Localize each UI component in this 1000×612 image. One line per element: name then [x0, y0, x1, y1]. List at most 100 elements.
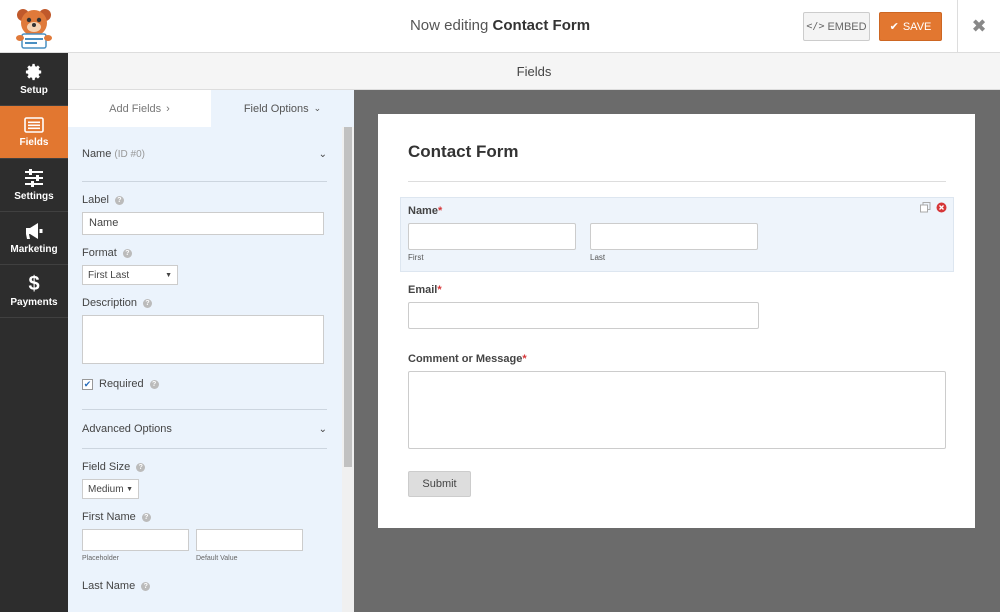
- required-option: ✔ Required ?: [82, 378, 327, 390]
- format-select[interactable]: First Last ▼: [82, 265, 178, 285]
- field-size-value: Medium: [88, 483, 124, 495]
- nav-item-setup[interactable]: Setup: [0, 53, 68, 106]
- tab-add-fields-label: Add Fields: [109, 102, 162, 115]
- sidebar-tabs: Add Fields › Field Options ⌄: [68, 90, 354, 127]
- help-icon[interactable]: ?: [143, 298, 153, 308]
- duplicate-icon[interactable]: [920, 202, 931, 213]
- required-checkbox[interactable]: ✔: [82, 378, 93, 390]
- last-name-text: Last Name: [82, 580, 136, 592]
- last-name-option-label: Last Name ?: [82, 580, 327, 592]
- comment-textarea[interactable]: [408, 371, 946, 449]
- first-name-default-input[interactable]: [196, 529, 303, 551]
- sliders-icon: [25, 168, 43, 187]
- first-name-placeholder-input[interactable]: [82, 529, 189, 551]
- field-options-sidebar: Add Fields › Field Options ⌄ Name (ID #0…: [68, 90, 354, 612]
- tab-field-options-label: Field Options: [243, 102, 309, 115]
- first-name-text: First Name: [82, 511, 136, 523]
- save-button[interactable]: ✔ SAVE: [879, 12, 942, 41]
- comment-field-label: Comment or Message*: [408, 353, 527, 365]
- field-group-header[interactable]: Name (ID #0) ⌄: [82, 127, 327, 182]
- required-mark: *: [437, 284, 442, 296]
- format-option-text: Format: [82, 247, 117, 259]
- email-input[interactable]: [408, 302, 759, 329]
- embed-label: EMBED: [827, 20, 867, 33]
- required-mark: *: [437, 205, 443, 217]
- placeholder-caption: Placeholder: [82, 555, 119, 562]
- label-input[interactable]: Name: [82, 212, 324, 235]
- field-size-option-label: Field Size ?: [82, 461, 327, 473]
- help-icon[interactable]: ?: [114, 195, 124, 205]
- nav-label-settings: Settings: [14, 190, 54, 202]
- default-value-caption: Default Value: [196, 555, 238, 562]
- title-prefix: Now editing: [409, 17, 489, 34]
- caret-down-icon: ▼: [165, 271, 172, 279]
- nav-item-marketing[interactable]: Marketing: [0, 212, 68, 265]
- field-name: Name: [82, 148, 112, 160]
- field-size-select[interactable]: Medium ▼: [82, 479, 139, 499]
- first-name-input[interactable]: [408, 223, 576, 250]
- name-field-label: Name*: [408, 205, 442, 217]
- first-name-inputs: [82, 529, 327, 551]
- label-option-text: Label: [82, 194, 109, 206]
- last-name-input[interactable]: [590, 223, 758, 250]
- help-icon[interactable]: ?: [122, 248, 132, 258]
- code-icon: </>: [806, 21, 825, 32]
- required-mark: *: [522, 353, 527, 365]
- embed-button[interactable]: </> EMBED: [803, 12, 870, 41]
- dollar-icon: $: [28, 272, 40, 295]
- builder-nav: Setup Fields Settings Marketing $ Paymen…: [0, 53, 68, 612]
- gear-icon: [25, 63, 42, 80]
- help-icon[interactable]: ?: [141, 581, 151, 591]
- chevron-down-icon: ⌄: [318, 148, 327, 160]
- help-icon[interactable]: ?: [141, 512, 151, 522]
- nav-item-settings[interactable]: Settings: [0, 159, 68, 212]
- nav-label-marketing: Marketing: [10, 243, 58, 255]
- field-id: (ID #0): [114, 149, 145, 160]
- sidebar-scrollbar-thumb[interactable]: [344, 127, 352, 467]
- form-name: Contact Form: [492, 17, 591, 34]
- chevron-right-icon: ›: [166, 102, 170, 115]
- last-caption: Last: [590, 253, 606, 262]
- nav-item-fields[interactable]: Fields: [0, 106, 68, 159]
- tab-field-options[interactable]: Field Options ⌄: [211, 90, 354, 127]
- required-label: Required: [99, 378, 144, 390]
- help-icon[interactable]: ?: [136, 462, 146, 472]
- nav-label-setup: Setup: [20, 84, 48, 96]
- format-option-label: Format ?: [82, 247, 327, 259]
- form-preview-card: Contact Form Name* First Last Email* Com…: [378, 114, 975, 528]
- checkmark-icon: ✔: [889, 21, 899, 33]
- form-divider: [408, 181, 946, 182]
- field-size-text: Field Size: [82, 461, 131, 473]
- help-icon[interactable]: ?: [149, 379, 159, 389]
- field-options-panel: Name (ID #0) ⌄ Label ? Name Format ? Fir…: [82, 127, 327, 592]
- field-actions: [920, 202, 947, 213]
- format-select-value: First Last: [88, 269, 130, 281]
- nav-label-fields: Fields: [19, 136, 49, 148]
- advanced-options-label: Advanced Options: [82, 423, 172, 435]
- chevron-down-icon: ⌄: [318, 423, 327, 435]
- close-icon[interactable]: ✖: [957, 0, 1000, 53]
- advanced-options-header[interactable]: Advanced Options ⌄: [82, 409, 327, 449]
- first-caption: First: [408, 253, 424, 262]
- description-option-text: Description: [82, 297, 138, 309]
- submit-button[interactable]: Submit: [408, 471, 471, 497]
- caret-down-icon: ▼: [126, 485, 133, 493]
- name-label-text: Name: [408, 205, 438, 217]
- delete-icon[interactable]: [936, 202, 947, 213]
- label-option-label: Label ?: [82, 194, 327, 206]
- first-name-captions: Placeholder Default Value: [82, 555, 327, 562]
- save-label: SAVE: [902, 20, 932, 33]
- description-option-label: Description ?: [82, 297, 327, 309]
- description-textarea[interactable]: [82, 315, 324, 364]
- email-label-text: Email: [408, 284, 438, 296]
- comment-label-text: Comment or Message: [408, 353, 523, 365]
- chevron-down-icon: ⌄: [313, 103, 322, 113]
- nav-label-payments: Payments: [10, 296, 58, 308]
- megaphone-icon: [26, 222, 43, 239]
- nav-item-payments[interactable]: $ Payments: [0, 265, 68, 318]
- top-bar: Now editing Contact Form </> EMBED ✔ SAV…: [0, 0, 1000, 53]
- email-field-label: Email*: [408, 284, 442, 296]
- tab-add-fields[interactable]: Add Fields ›: [68, 90, 211, 127]
- fields-list-icon: [24, 116, 44, 133]
- first-name-option-label: First Name ?: [82, 511, 327, 523]
